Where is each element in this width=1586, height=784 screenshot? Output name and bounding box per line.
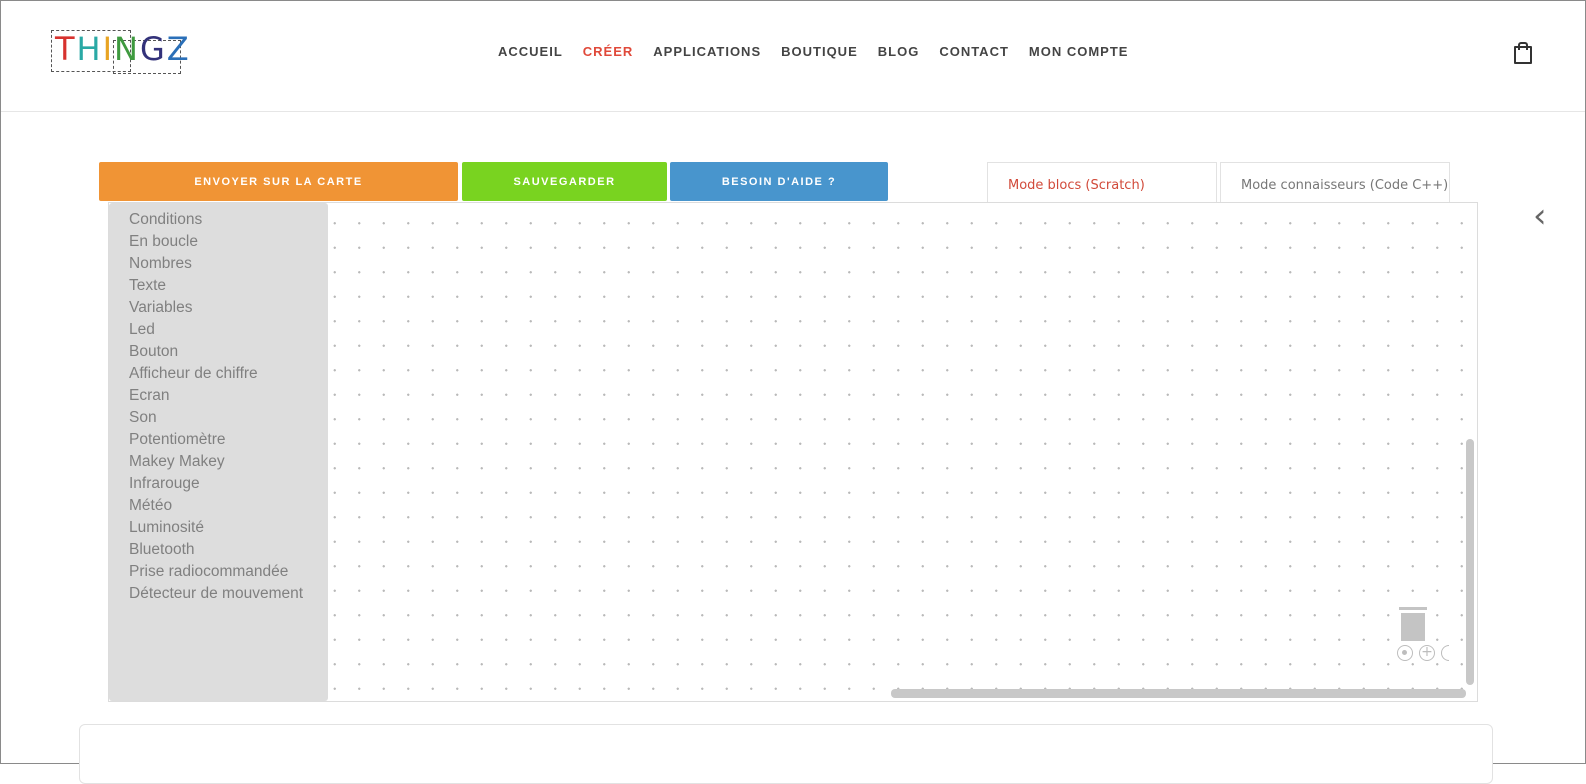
nav-item-accueil[interactable]: ACCUEIL <box>498 44 563 59</box>
trash-icon[interactable] <box>1399 607 1427 641</box>
toolbox-category[interactable]: Texte <box>129 275 328 297</box>
send-to-board-button[interactable]: ENVOYER SUR LA CARTE <box>99 162 458 201</box>
help-button[interactable]: BESOIN D'AIDE ? <box>670 162 888 201</box>
tab-blocks-mode[interactable]: Mode blocs (Scratch) <box>987 162 1217 202</box>
nav-item-blog[interactable]: BLOG <box>878 44 920 59</box>
logo-letter: H <box>76 30 103 68</box>
tab-code-mode[interactable]: Mode connaisseurs (Code C++) <box>1220 162 1450 202</box>
toolbox-category[interactable]: Led <box>129 319 328 341</box>
nav-item-contact[interactable]: CONTACT <box>939 44 1009 59</box>
logo-letter: I <box>102 30 115 68</box>
toolbox-category[interactable]: Bluetooth <box>129 539 328 561</box>
toolbox-category[interactable]: Variables <box>129 297 328 319</box>
zoom-reset-icon[interactable] <box>1397 645 1413 661</box>
thingz-logo[interactable]: THINGZ <box>51 28 189 74</box>
toolbox-category[interactable]: Bouton <box>129 341 328 363</box>
logo-letter: T <box>55 30 77 68</box>
site-header: THINGZ ACCUEIL CRÉER APPLICATIONS BOUTIQUE B… <box>1 1 1585 112</box>
toolbox-category[interactable]: Détecteur de mouvement <box>129 583 328 605</box>
nav-item-créer[interactable]: CRÉER <box>583 44 634 59</box>
horizontal-scrollbar[interactable] <box>891 689 1466 698</box>
toolbox-category[interactable]: Nombres <box>129 253 328 275</box>
toolbox-category[interactable]: Makey Makey <box>129 451 328 473</box>
vertical-scrollbar[interactable] <box>1466 439 1474 685</box>
logo-letter: Z <box>166 30 191 68</box>
zoom-in-icon[interactable]: + <box>1419 645 1435 661</box>
zoom-out-icon[interactable] <box>1441 645 1449 661</box>
toolbox-category[interactable]: Son <box>129 407 328 429</box>
main-nav: ACCUEIL CRÉER APPLICATIONS BOUTIQUE BLOG CONT… <box>498 44 1148 59</box>
nav-item-mon-compte[interactable]: MON COMPTE <box>1029 44 1129 59</box>
toolbox-category[interactable]: Infrarouge <box>129 473 328 495</box>
toolbox-category[interactable]: Météo <box>129 495 328 517</box>
nav-item-applications[interactable]: APPLICATIONS <box>653 44 761 59</box>
toolbox-category[interactable]: Prise radiocommandée <box>129 561 328 583</box>
toolbox-category[interactable]: Luminosité <box>129 517 328 539</box>
toolbox-category[interactable]: En boucle <box>129 231 328 253</box>
bottom-panel <box>79 724 1493 784</box>
shopping-bag-icon[interactable] <box>1514 42 1532 64</box>
chevron-left-icon[interactable]: ‹ <box>1533 199 1553 233</box>
blockly-workspace[interactable]: Conditions En boucle Nombres Texte Variables… <box>108 202 1478 702</box>
save-button[interactable]: SAUVEGARDER <box>462 162 667 201</box>
logo-letter: G <box>139 30 167 68</box>
nav-item-boutique[interactable]: BOUTIQUE <box>781 44 858 59</box>
toolbox-category[interactable]: Afficheur de chiffre <box>129 363 328 385</box>
block-toolbox: Conditions En boucle Nombres Texte Variables… <box>109 203 328 701</box>
logo-text: THINGZ <box>55 30 191 68</box>
toolbox-category[interactable]: Potentiomètre <box>129 429 328 451</box>
logo-letter: N <box>114 30 140 68</box>
toolbox-category[interactable]: Ecran <box>129 385 328 407</box>
toolbox-category[interactable]: Conditions <box>129 209 328 231</box>
